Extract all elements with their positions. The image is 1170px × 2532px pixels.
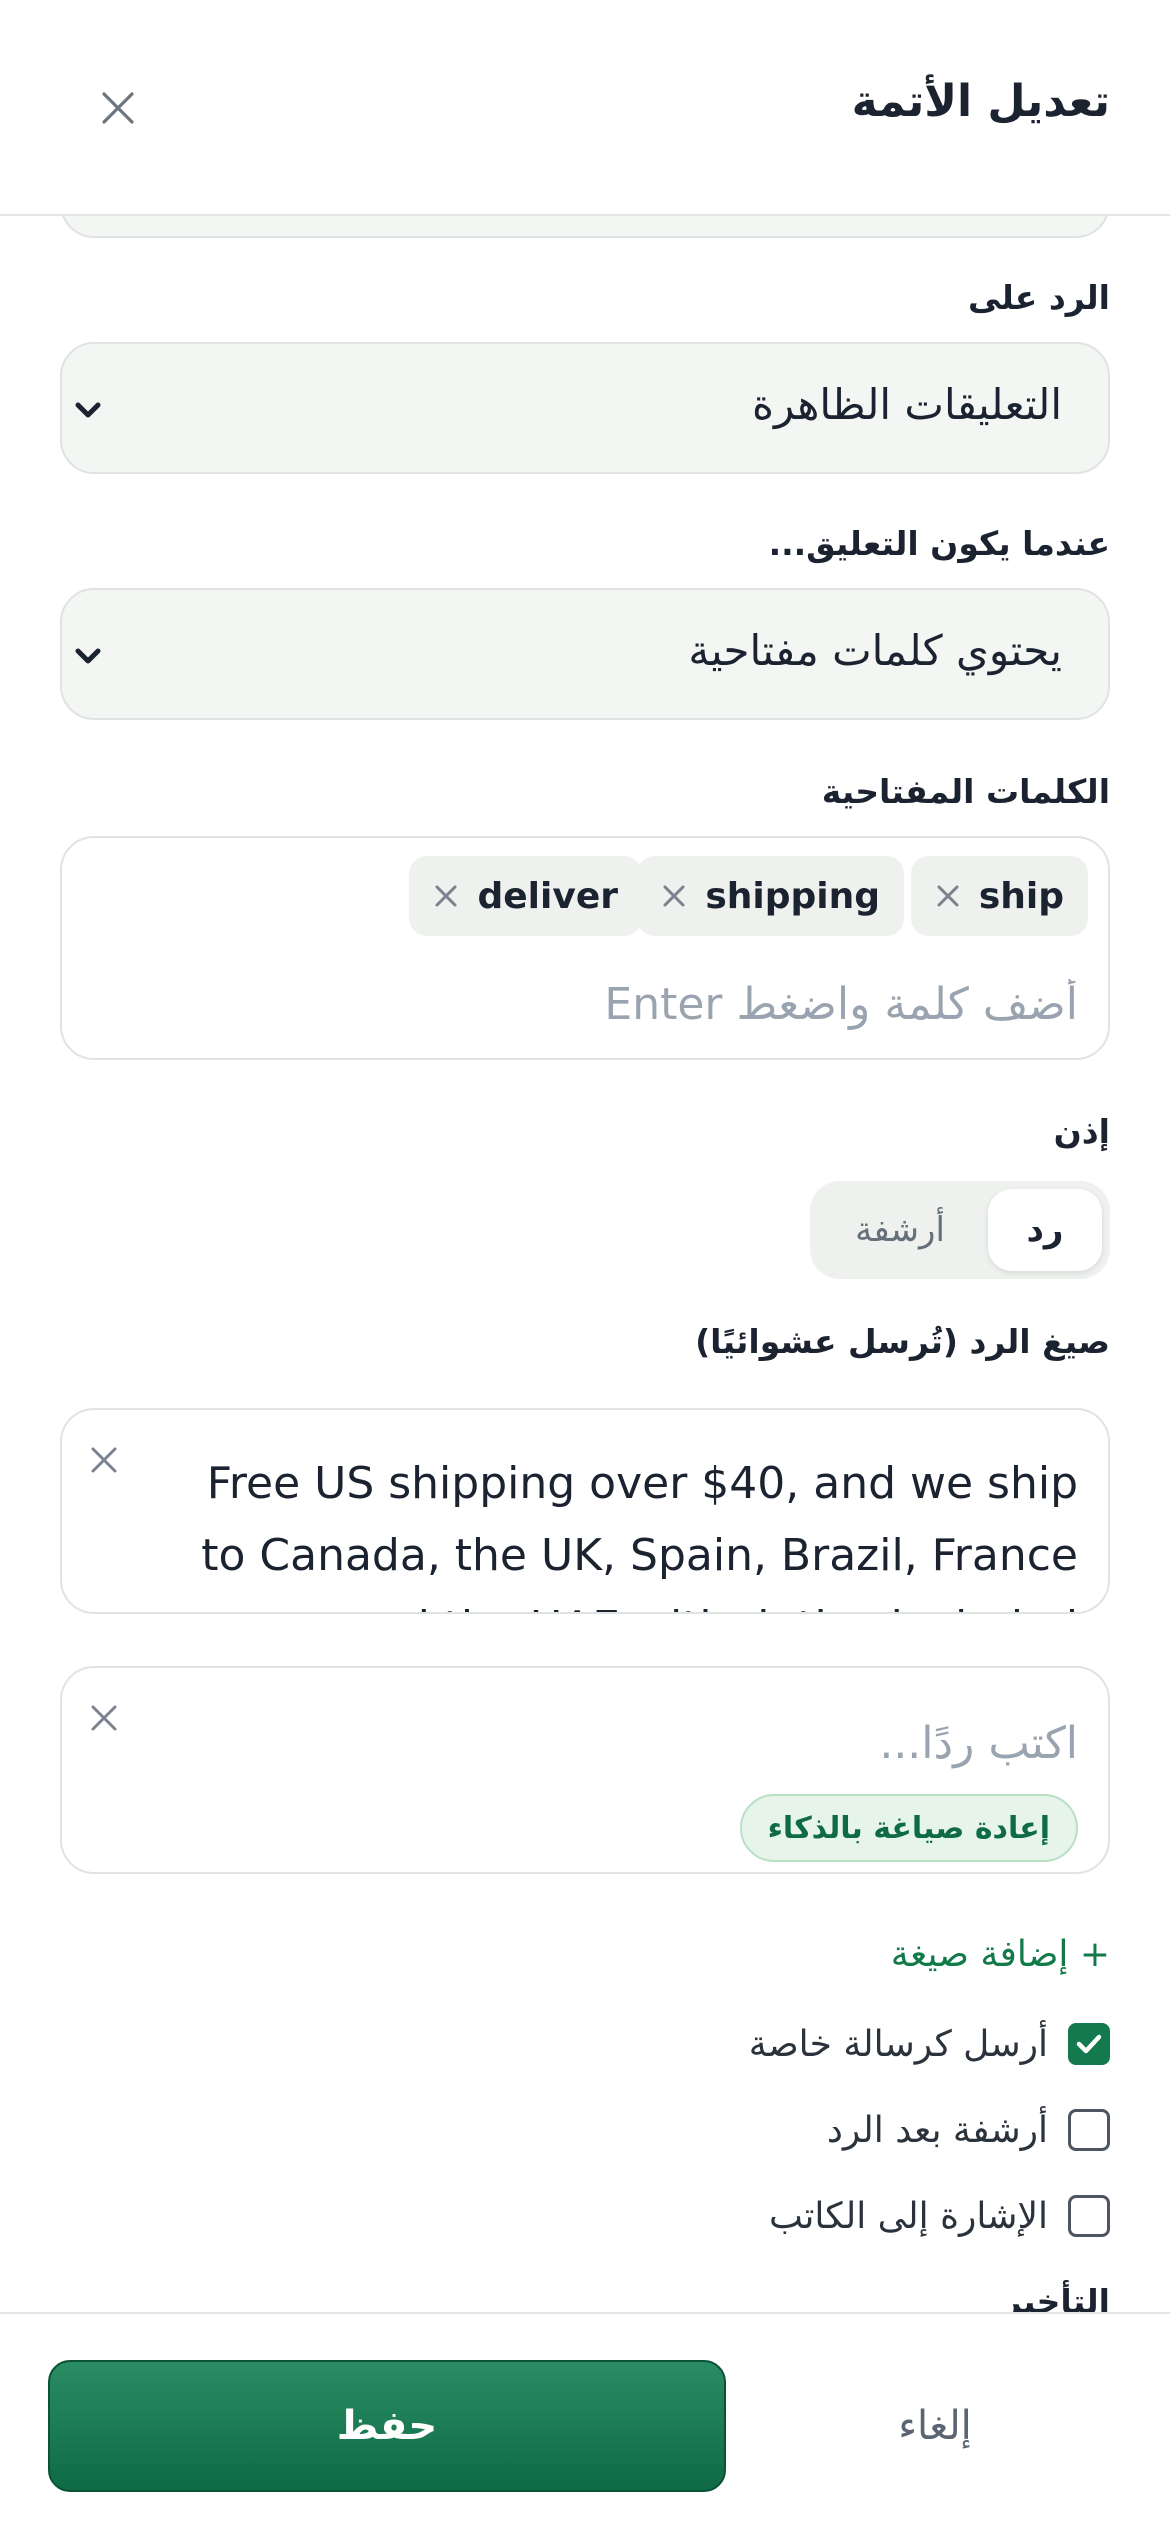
reply-variant-text[interactable]: Free US shipping over $40, and we ship t… <box>158 1448 1078 1612</box>
keywords-label: الكلمات المفتاحية <box>821 772 1110 811</box>
modal-header: تعديل الأتمة <box>0 0 1170 216</box>
delay-label: التأخير <box>1002 2282 1110 2312</box>
new-reply-card[interactable]: إعادة صياغة بالذكاء <box>60 1666 1110 1874</box>
close-icon <box>102 92 134 124</box>
keywords-field[interactable]: ship shipping deliver <box>60 836 1110 1060</box>
close-button[interactable] <box>90 80 146 136</box>
remove-reply-button[interactable] <box>82 1438 126 1482</box>
condition-label: عندما يكون التعليق... <box>768 524 1110 563</box>
chip-remove-button[interactable] <box>659 881 689 911</box>
checkbox-checked[interactable] <box>1068 2023 1110 2065</box>
check-icon <box>1076 2034 1102 2054</box>
replies-label: صيغ الرد (تُرسل عشوائيًا) <box>695 1322 1110 1361</box>
page-title: تعديل الأتمة <box>851 76 1110 127</box>
option-label: أرسل كرسالة خاصة <box>748 2023 1048 2065</box>
chevron-down-icon <box>75 648 101 664</box>
keyword-chip-label: shipping <box>705 875 880 917</box>
chip-remove-button[interactable] <box>431 881 461 911</box>
close-icon <box>937 885 959 907</box>
add-variant-link[interactable]: + إضافة صيغة <box>891 1934 1110 1975</box>
chevron-down-icon <box>75 402 101 418</box>
cancel-button[interactable]: إلغاء <box>760 2360 1110 2492</box>
reply-on-select[interactable]: التعليقات الظاهرة <box>60 342 1110 474</box>
keyword-chip-label: ship <box>978 875 1064 917</box>
keyword-chip-label: deliver <box>477 875 618 917</box>
remove-reply-button[interactable] <box>82 1696 126 1740</box>
permission-option-reply[interactable]: رد <box>988 1189 1102 1271</box>
option-label: أرشفة بعد الرد <box>826 2109 1048 2151</box>
permission-toggle[interactable]: رد أرشفة <box>810 1181 1110 1279</box>
keyword-chip: deliver <box>409 856 642 936</box>
keyword-chip: ship <box>910 856 1088 936</box>
save-button[interactable]: حفظ <box>48 2360 726 2492</box>
checkbox[interactable] <box>1068 2109 1110 2151</box>
condition-select[interactable]: يحتوي كلمات مفتاحية <box>60 588 1110 720</box>
reply-on-value: التعليقات الظاهرة <box>752 380 1062 429</box>
condition-value: يحتوي كلمات مفتاحية <box>688 626 1062 675</box>
keyword-input[interactable] <box>178 972 1078 1036</box>
close-icon <box>435 885 457 907</box>
option-label: الإشارة إلى الكاتب <box>769 2195 1048 2237</box>
keyword-chip: shipping <box>637 856 904 936</box>
permission-option-archive[interactable]: أرشفة <box>820 1189 980 1271</box>
form-body[interactable]: الرد على التعليقات الظاهرة عندما يكون ال… <box>0 216 1170 2312</box>
permission-label: إذن <box>1053 1112 1110 1151</box>
chip-remove-button[interactable] <box>933 881 963 911</box>
close-icon <box>663 885 685 907</box>
previous-field-edge <box>60 216 1110 238</box>
modal-footer: حفظ إلغاء <box>0 2312 1170 2532</box>
option-archive-after-reply[interactable]: أرشفة بعد الرد <box>827 2100 1110 2160</box>
reply-on-label: الرد على <box>967 278 1110 317</box>
ai-rephrase-button[interactable]: إعادة صياغة بالذكاء <box>739 1794 1078 1862</box>
option-send-dm[interactable]: أرسل كرسالة خاصة <box>749 2014 1110 2074</box>
option-mention-author[interactable]: الإشارة إلى الكاتب <box>769 2186 1110 2246</box>
new-reply-input[interactable] <box>158 1708 1078 1778</box>
close-icon <box>91 1705 117 1731</box>
reply-variant-card[interactable]: Free US shipping over $40, and we ship t… <box>60 1408 1110 1614</box>
close-icon <box>91 1447 117 1473</box>
checkbox[interactable] <box>1068 2195 1110 2237</box>
